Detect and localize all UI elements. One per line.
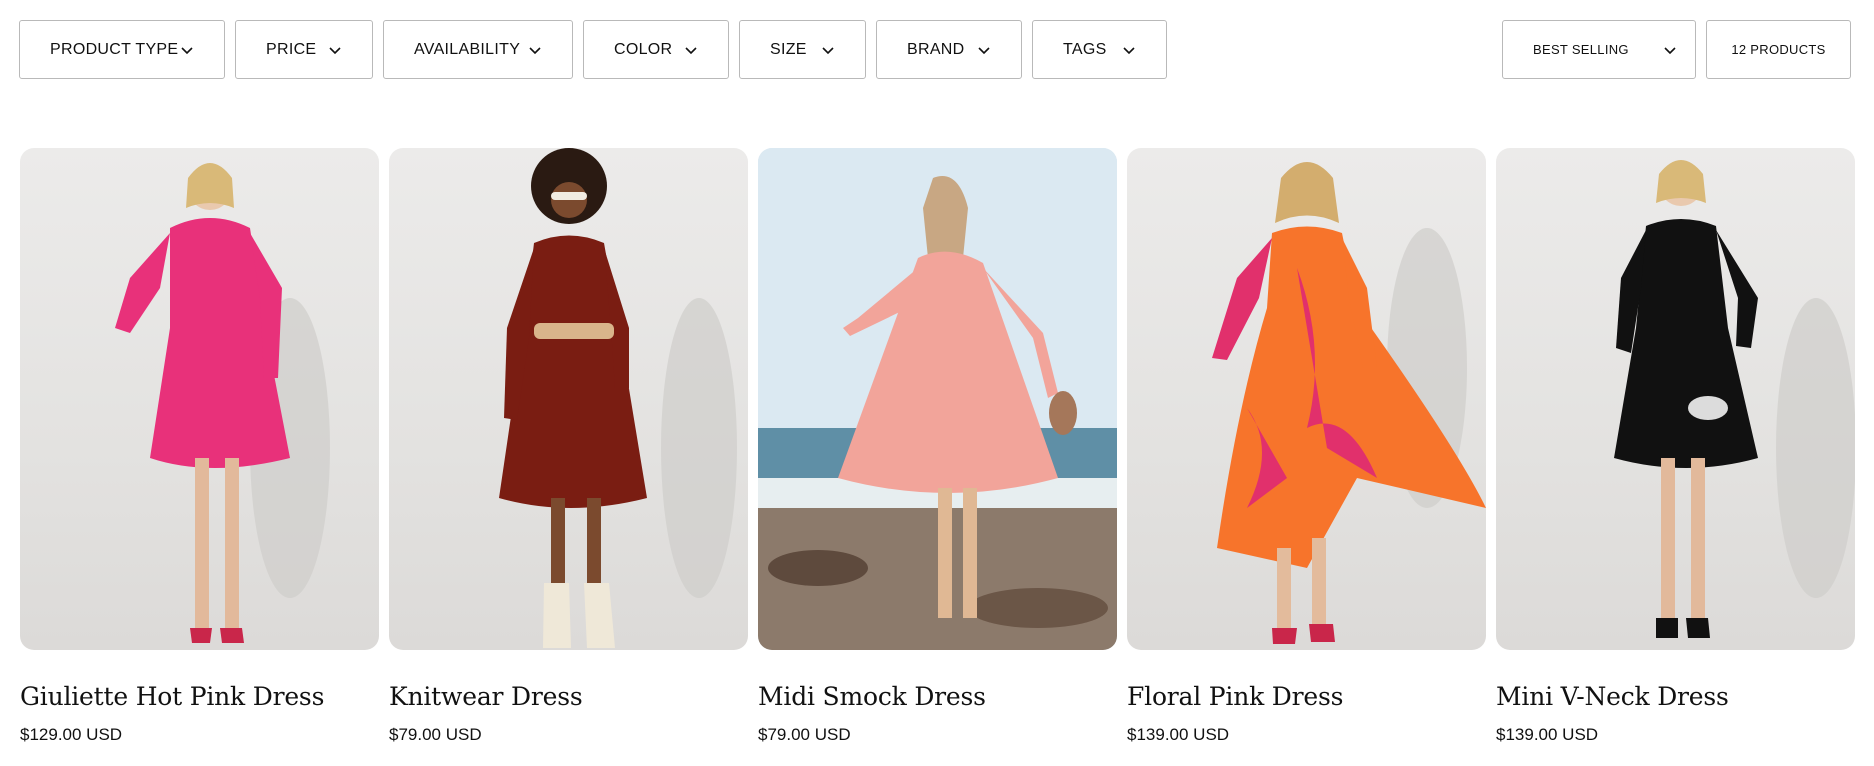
filter-label: PRODUCT TYPE — [50, 40, 179, 58]
filter-brand[interactable]: BRAND — [876, 20, 1022, 79]
product-image[interactable] — [1127, 148, 1486, 650]
chevron-down-icon — [821, 43, 835, 57]
product-title[interactable]: Midi Smock Dress — [758, 682, 1117, 711]
product-title[interactable]: Knitwear Dress — [389, 682, 748, 711]
product-price: $79.00 USD — [758, 725, 851, 744]
filter-label: AVAILABILITY — [414, 40, 521, 58]
filter-label: BRAND — [907, 40, 965, 58]
chevron-down-icon — [1122, 43, 1136, 57]
product-card[interactable]: Knitwear Dress $79.00 USD — [389, 148, 748, 745]
filter-size[interactable]: SIZE — [739, 20, 866, 79]
product-price: $129.00 USD — [20, 725, 123, 744]
chevron-down-icon — [180, 43, 194, 57]
filter-label: COLOR — [614, 40, 673, 58]
product-price: $139.00 USD — [1496, 725, 1599, 744]
product-price: $139.00 USD — [1127, 725, 1230, 744]
product-image[interactable] — [389, 148, 748, 650]
product-image[interactable] — [758, 148, 1117, 650]
filter-label: TAGS — [1063, 40, 1107, 58]
filter-tags[interactable]: TAGS — [1032, 20, 1167, 79]
product-title[interactable]: Mini V-Neck Dress — [1496, 682, 1855, 711]
product-image[interactable] — [1496, 148, 1855, 650]
sort-label: BEST SELLING — [1533, 42, 1629, 57]
product-title[interactable]: Floral Pink Dress — [1127, 682, 1486, 711]
product-price: $79.00 USD — [389, 725, 482, 744]
product-card[interactable]: Midi Smock Dress $79.00 USD — [758, 148, 1117, 745]
filter-color[interactable]: COLOR — [583, 20, 729, 79]
product-image[interactable] — [20, 148, 379, 650]
filter-price[interactable]: PRICE — [235, 20, 373, 79]
product-count: 12 PRODUCTS — [1706, 20, 1851, 79]
sort-select[interactable]: BEST SELLING — [1502, 20, 1696, 79]
product-title[interactable]: Giuliette Hot Pink Dress — [20, 682, 379, 711]
chevron-down-icon — [328, 43, 342, 57]
chevron-down-icon — [528, 43, 542, 57]
filter-bar: PRODUCT TYPE PRICE AVAILABILITY COLOR SI… — [19, 20, 1167, 79]
chevron-down-icon — [1663, 43, 1677, 57]
filter-label: SIZE — [770, 40, 807, 58]
product-card[interactable]: Mini V-Neck Dress $139.00 USD — [1496, 148, 1855, 745]
filter-product-type[interactable]: PRODUCT TYPE — [19, 20, 225, 79]
sort-bar: BEST SELLING 12 PRODUCTS — [1502, 20, 1851, 79]
chevron-down-icon — [977, 43, 991, 57]
filter-label: PRICE — [266, 40, 317, 58]
filter-availability[interactable]: AVAILABILITY — [383, 20, 573, 79]
product-card[interactable]: Giuliette Hot Pink Dress $129.00 USD — [20, 148, 379, 745]
product-grid: Giuliette Hot Pink Dress $129.00 USD Kni… — [20, 148, 1855, 745]
chevron-down-icon — [684, 43, 698, 57]
product-card[interactable]: Floral Pink Dress $139.00 USD — [1127, 148, 1486, 745]
